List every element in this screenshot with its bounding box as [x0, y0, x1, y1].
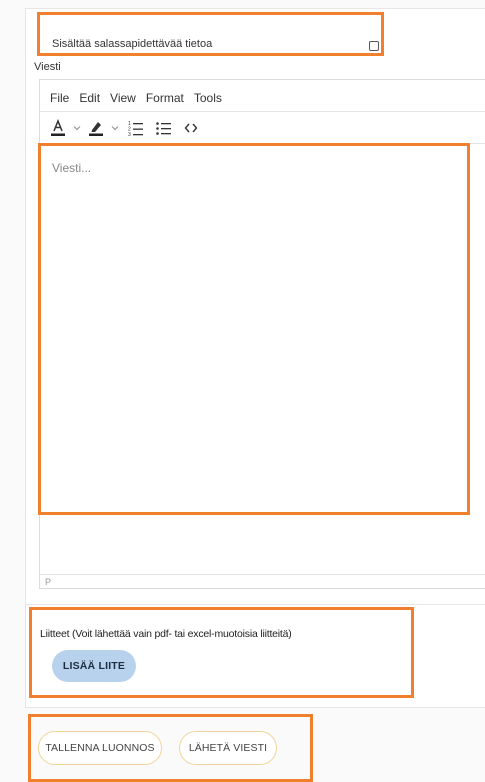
- numbered-list-icon[interactable]: 1 2 3: [128, 118, 144, 138]
- editor-element-path[interactable]: P: [45, 577, 51, 587]
- editor-content-area[interactable]: Viesti...: [52, 161, 91, 175]
- editor-highlight-box: [38, 143, 470, 515]
- menu-format[interactable]: Format: [146, 91, 184, 105]
- attachments-label: Liitteet (Voit lähettää vain pdf- tai ex…: [40, 628, 292, 640]
- editor-toolbar: 1 2 3: [50, 117, 198, 139]
- menu-view[interactable]: View: [110, 91, 136, 105]
- send-message-button[interactable]: LÄHETÄ VIESTI: [179, 731, 277, 765]
- menu-edit[interactable]: Edit: [79, 91, 100, 105]
- confidential-checkbox[interactable]: [369, 41, 379, 51]
- menu-file[interactable]: File: [50, 91, 69, 105]
- message-label: Viesti: [34, 61, 61, 73]
- editor-menubar: File Edit View Format Tools: [50, 91, 222, 105]
- confidential-label: Sisältää salassapidettävää tietoa: [52, 38, 213, 50]
- source-code-icon[interactable]: [184, 118, 198, 138]
- highlight-color-icon[interactable]: [88, 118, 104, 138]
- text-color-icon[interactable]: [50, 118, 66, 138]
- chevron-down-icon[interactable]: [110, 118, 120, 138]
- bulleted-list-icon[interactable]: [156, 118, 172, 138]
- menu-tools[interactable]: Tools: [194, 91, 222, 105]
- add-attachment-button[interactable]: LISÄÄ LIITE: [52, 650, 136, 682]
- toolbar-divider: [40, 111, 485, 112]
- statusbar-divider: [40, 574, 485, 575]
- svg-text:3: 3: [128, 132, 131, 136]
- chevron-down-icon[interactable]: [72, 118, 82, 138]
- save-draft-button[interactable]: TALLENNA LUONNOS: [38, 731, 162, 765]
